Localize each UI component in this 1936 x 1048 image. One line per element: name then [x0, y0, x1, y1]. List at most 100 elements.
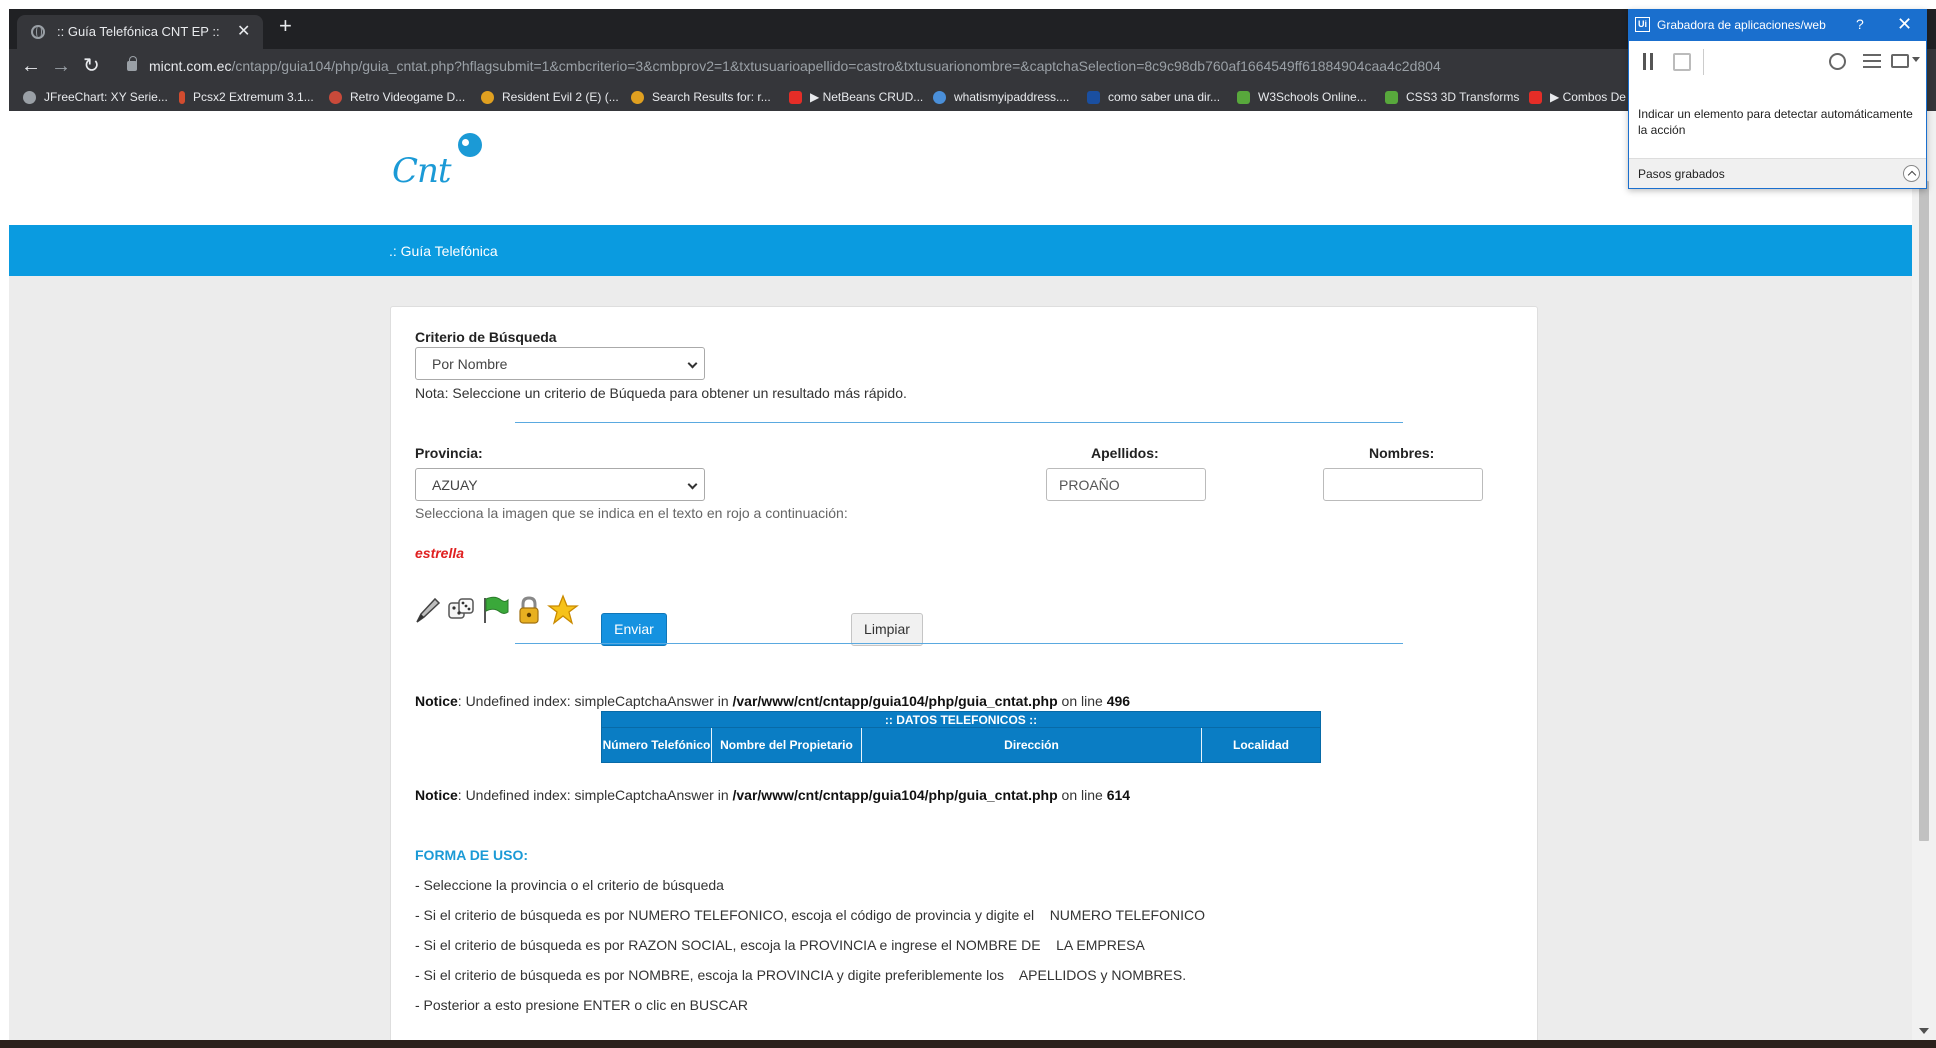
php-notice: Notice: Undefined index: simpleCaptchaAn…: [415, 787, 1131, 803]
criterio-label: Criterio de Búsqueda: [415, 329, 557, 345]
recorder-instruction: Indicar un elemento para detectar automá…: [1638, 107, 1913, 137]
flag-icon[interactable]: [479, 594, 511, 626]
bookmark-icon: [933, 90, 946, 104]
enviar-button[interactable]: Enviar: [601, 613, 667, 646]
bookmark-icon: [329, 90, 342, 104]
back-icon[interactable]: ←: [21, 55, 41, 77]
target-icon[interactable]: [1829, 53, 1846, 70]
help-icon[interactable]: ?: [1856, 16, 1864, 32]
provincia-value: AZUAY: [432, 477, 478, 493]
page-scrollbar[interactable]: [1912, 111, 1936, 1040]
browser-tab[interactable]: :: Guía Telefónica CNT EP :: ✕: [17, 15, 263, 49]
dice-icon[interactable]: [445, 594, 477, 626]
table-caption: :: DATOS TELEFONICOS ::: [601, 711, 1321, 728]
criterio-select[interactable]: Por Nombre: [415, 347, 705, 380]
criterio-value: Por Nombre: [432, 356, 508, 372]
usage-line: - Si el criterio de búsqueda es por NUME…: [415, 907, 1206, 923]
bookmark-icon: [23, 90, 36, 104]
cnt-logo[interactable]: Cnt: [392, 129, 502, 199]
save-icon[interactable]: [1673, 53, 1691, 71]
pause-icon[interactable]: [1643, 53, 1653, 70]
column-header: Número Telefónico: [602, 728, 712, 762]
url-text: micnt.com.ec/cntapp/guia104/php/guia_cnt…: [149, 58, 1441, 74]
page-title: .: Guía Telefónica: [389, 243, 498, 259]
usage-line: - Posterior a esto presione ENTER o clic…: [415, 997, 749, 1013]
bookmark-icon: [1385, 90, 1398, 104]
usage-line: - Seleccione la provincia o el criterio …: [415, 877, 724, 893]
apellidos-value: PROAÑO: [1059, 477, 1120, 493]
tab-title: :: Guía Telefónica CNT EP ::: [57, 24, 220, 39]
bookmark-item[interactable]: Search Results for: r...: [631, 90, 771, 104]
bookmark-icon: [481, 90, 494, 104]
chevron-down-icon: [687, 358, 698, 369]
recorder-titlebar: Ui Grabadora de aplicaciones/web ? ✕: [1629, 10, 1926, 41]
close-tab-icon[interactable]: ✕: [237, 21, 250, 41]
apellidos-field[interactable]: PROAÑO: [1046, 468, 1206, 501]
usage-line: - Si el criterio de búsqueda es por RAZO…: [415, 937, 1145, 953]
provincia-select[interactable]: AZUAY: [415, 468, 705, 501]
usage-line: - Si el criterio de búsqueda es por NOMB…: [415, 967, 1187, 983]
page-header: Cnt: [9, 111, 1912, 225]
screen-edge: [0, 0, 9, 1048]
datos-table: :: DATOS TELEFONICOS :: Número Telefónic…: [601, 711, 1321, 763]
scroll-down-icon[interactable]: [1919, 1028, 1929, 1034]
criterio-note: Nota: Seleccione un criterio de Búqueda …: [415, 385, 907, 401]
bookmark-item[interactable]: como saber una dir...: [1087, 90, 1220, 104]
usage-title: FORMA DE USO:: [415, 847, 529, 863]
table-header-row: Número Telefónico Nombre del Propietario…: [601, 728, 1321, 763]
list-icon[interactable]: [1863, 54, 1881, 68]
padlock-icon[interactable]: [513, 594, 545, 626]
recorded-steps-header[interactable]: Pasos grabados: [1629, 158, 1926, 188]
column-header: Dirección: [862, 728, 1202, 762]
bookmark-item[interactable]: Pcsx2 Extremum 3.1...: [179, 90, 314, 104]
web-page: Cnt .: Guía Telefónica Criterio de Búsqu…: [9, 111, 1912, 1040]
logo-dot-icon: [458, 133, 482, 157]
logo-text: Cnt: [392, 151, 452, 191]
forward-icon[interactable]: →: [51, 55, 71, 77]
bookmark-item[interactable]: ▶ NetBeans CRUD...: [789, 90, 923, 104]
bookmark-icon: [631, 90, 644, 104]
bookmark-item[interactable]: W3Schools Online...: [1237, 90, 1367, 104]
bookmark-item[interactable]: whatismyipaddress....: [933, 90, 1069, 104]
address-bar[interactable]: micnt.com.ec/cntapp/guia104/php/guia_cnt…: [119, 53, 1619, 81]
pencil-icon[interactable]: [411, 594, 443, 626]
close-icon[interactable]: ✕: [1897, 14, 1912, 35]
bookmark-icon: [789, 90, 802, 104]
bookmark-item[interactable]: CSS3 3D Transforms: [1385, 90, 1519, 104]
bookmark-item[interactable]: JFreeChart: XY Serie...: [23, 90, 168, 104]
nombres-label: Nombres:: [1369, 445, 1435, 461]
limpiar-button[interactable]: Limpiar: [851, 613, 923, 646]
uipath-logo-icon: Ui: [1635, 17, 1650, 32]
recorder-panel: Ui Grabadora de aplicaciones/web ? ✕ Ind…: [1628, 9, 1927, 189]
search-card: Criterio de Búsqueda Por Nombre Nota: Se…: [390, 306, 1538, 1040]
provincia-label: Provincia:: [415, 445, 483, 461]
column-header: Nombre del Propietario: [712, 728, 862, 762]
captcha-instruction: Selecciona la imagen que se indica en el…: [415, 505, 848, 521]
toolbar-divider: [1703, 49, 1704, 75]
bookmark-item[interactable]: Resident Evil 2 (E) (...: [481, 90, 619, 104]
screenshot-icon[interactable]: [1891, 54, 1909, 68]
php-notice: Notice: Undefined index: simpleCaptchaAn…: [415, 693, 1131, 709]
recorder-title: Grabadora de aplicaciones/web: [1657, 18, 1826, 32]
new-tab-icon[interactable]: +: [279, 15, 292, 37]
bookmark-item[interactable]: ▶ Combos De: [1529, 90, 1626, 104]
nombres-field[interactable]: [1323, 468, 1483, 501]
column-header: Localidad: [1232, 738, 1289, 752]
chevron-down-icon: [687, 479, 698, 490]
bookmark-icon: [1237, 90, 1250, 104]
lock-icon[interactable]: [127, 56, 137, 71]
star-icon[interactable]: [547, 594, 579, 626]
globe-icon: [31, 25, 45, 39]
bookmark-icon: [1087, 90, 1100, 104]
bookmark-icon: [1529, 90, 1542, 104]
reload-icon[interactable]: ↻: [83, 55, 100, 77]
bookmark-icon: [179, 90, 185, 104]
recorder-toolbar: [1629, 41, 1926, 83]
bookmark-item[interactable]: Retro Videogame D...: [329, 90, 465, 104]
scroll-thumb[interactable]: [1919, 181, 1929, 841]
collapse-icon[interactable]: [1903, 165, 1920, 182]
divider: [515, 643, 1403, 644]
divider: [515, 422, 1403, 423]
chevron-down-icon[interactable]: [1912, 57, 1920, 62]
screen-bottom-edge: [0, 1040, 1936, 1048]
